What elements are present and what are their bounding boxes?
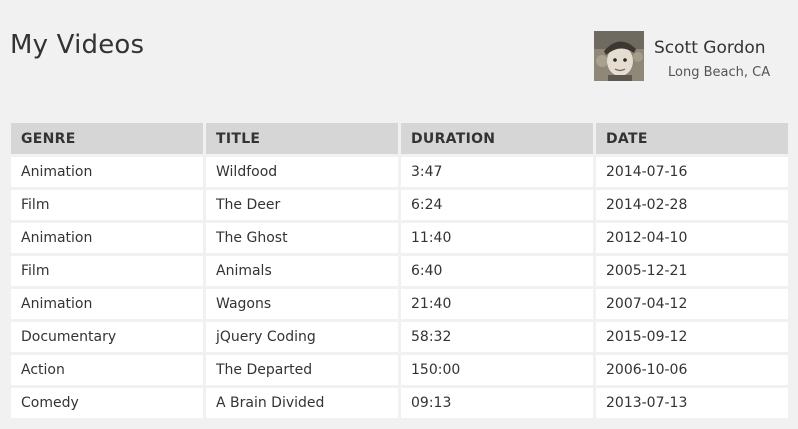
cell-title: Wildfood — [206, 157, 398, 187]
cell-duration: 58:32 — [401, 322, 593, 352]
cell-genre: Animation — [11, 289, 203, 319]
page: My Videos Scott Gordon Long Beach, CA GE… — [0, 0, 798, 429]
cell-date: 2014-07-16 — [596, 157, 788, 187]
cell-genre: Documentary — [11, 322, 203, 352]
cell-duration: 6:24 — [401, 190, 593, 220]
table-row[interactable]: Animation Wagons 21:40 2007-04-12 — [11, 289, 788, 319]
table-row[interactable]: Film The Deer 6:24 2014-02-28 — [11, 190, 788, 220]
cell-title: jQuery Coding — [206, 322, 398, 352]
avatar[interactable] — [594, 31, 644, 81]
cell-genre: Animation — [11, 223, 203, 253]
cell-title: The Ghost — [206, 223, 398, 253]
videos-table: GENRE TITLE DURATION DATE Animation Wild… — [8, 120, 791, 421]
user-name: Scott Gordon — [654, 38, 766, 58]
page-title: My Videos — [10, 30, 145, 60]
column-header-duration[interactable]: DURATION — [401, 123, 593, 154]
cell-genre: Action — [11, 355, 203, 385]
cell-genre: Film — [11, 190, 203, 220]
cell-duration: 09:13 — [401, 388, 593, 418]
cell-duration: 150:00 — [401, 355, 593, 385]
cell-date: 2014-02-28 — [596, 190, 788, 220]
cell-duration: 21:40 — [401, 289, 593, 319]
table-row[interactable]: Animation The Ghost 11:40 2012-04-10 — [11, 223, 788, 253]
cell-title: The Deer — [206, 190, 398, 220]
cell-genre: Film — [11, 256, 203, 286]
table-row[interactable]: Film Animals 6:40 2005-12-21 — [11, 256, 788, 286]
cell-date: 2015-09-12 — [596, 322, 788, 352]
column-header-title[interactable]: TITLE — [206, 123, 398, 154]
cell-duration: 11:40 — [401, 223, 593, 253]
table-row[interactable]: Animation Wildfood 3:47 2014-07-16 — [11, 157, 788, 187]
cell-genre: Comedy — [11, 388, 203, 418]
cell-duration: 6:40 — [401, 256, 593, 286]
user-location: Long Beach, CA — [668, 65, 771, 80]
cell-date: 2013-07-13 — [596, 388, 788, 418]
cell-date: 2005-12-21 — [596, 256, 788, 286]
table-row[interactable]: Documentary jQuery Coding 58:32 2015-09-… — [11, 322, 788, 352]
cell-title: Wagons — [206, 289, 398, 319]
user-avatar-icon — [594, 31, 644, 81]
user-profile[interactable]: Scott Gordon Long Beach, CA — [594, 31, 794, 83]
cell-title: A Brain Divided — [206, 388, 398, 418]
cell-date: 2007-04-12 — [596, 289, 788, 319]
cell-duration: 3:47 — [401, 157, 593, 187]
cell-genre: Animation — [11, 157, 203, 187]
column-header-genre[interactable]: GENRE — [11, 123, 203, 154]
column-header-date[interactable]: DATE — [596, 123, 788, 154]
table-header-row: GENRE TITLE DURATION DATE — [11, 123, 788, 154]
table-row[interactable]: Action The Departed 150:00 2006-10-06 — [11, 355, 788, 385]
cell-title: The Departed — [206, 355, 398, 385]
cell-title: Animals — [206, 256, 398, 286]
table-row[interactable]: Comedy A Brain Divided 09:13 2013-07-13 — [11, 388, 788, 418]
cell-date: 2006-10-06 — [596, 355, 788, 385]
cell-date: 2012-04-10 — [596, 223, 788, 253]
